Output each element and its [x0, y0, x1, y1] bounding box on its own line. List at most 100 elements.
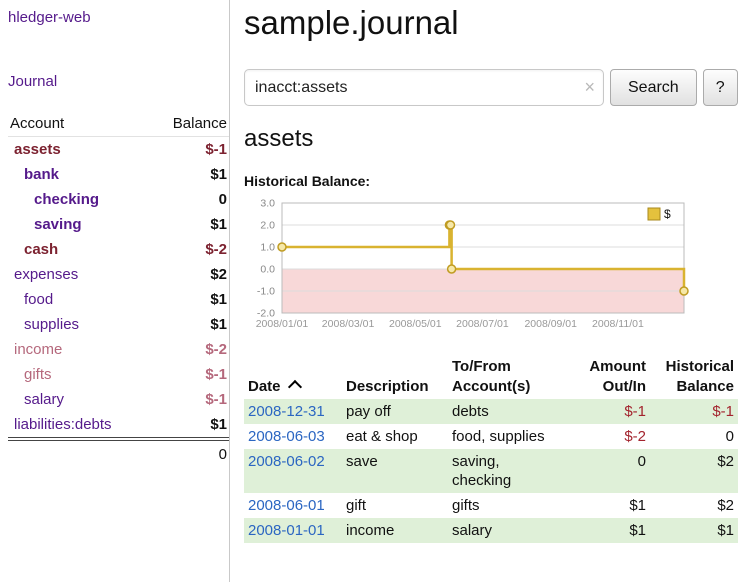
register-row: 2008-06-03eat & shopfood, supplies$-20	[244, 424, 738, 449]
register-date-cell: 2008-06-02	[244, 449, 342, 493]
account-name-cell: saving	[8, 212, 150, 237]
account-row: cash $-2	[8, 237, 229, 262]
help-button[interactable]: ?	[703, 69, 738, 106]
svg-text:2008/07/01: 2008/07/01	[456, 318, 509, 330]
register-description-cell: eat & shop	[342, 424, 448, 449]
account-row: supplies $1	[8, 312, 229, 337]
account-balance: $-1	[150, 362, 229, 387]
account-balance: $1	[150, 312, 229, 337]
account-link-saving[interactable]: saving	[34, 216, 82, 233]
search-box: ×	[244, 69, 604, 106]
account-link-assets[interactable]: assets	[14, 141, 61, 158]
account-link-bank[interactable]: bank	[24, 166, 59, 183]
account-balance: $1	[150, 287, 229, 312]
account-link-liabilities-debts[interactable]: liabilities:debts	[14, 416, 112, 433]
account-name-cell: bank	[8, 162, 150, 187]
account-link-salary[interactable]: salary	[24, 391, 64, 408]
svg-text:2008/05/01: 2008/05/01	[389, 318, 442, 330]
register-accounts-cell: food, supplies	[448, 424, 572, 449]
svg-text:2.0: 2.0	[260, 220, 275, 232]
account-row: assets$-1	[8, 137, 229, 163]
register-header-historical: HistoricalBalance	[650, 355, 738, 399]
register-row: 2008-06-01giftgifts$1$2	[244, 493, 738, 518]
chart-svg: 3.02.01.00.0-1.0-2.02008/01/012008/03/01…	[244, 195, 702, 339]
register-row: 2008-12-31pay offdebts$-1$-1	[244, 399, 738, 424]
account-column-header: Account	[8, 111, 150, 137]
register-accounts-cell: salary	[448, 518, 572, 543]
register-date-link[interactable]: 2008-01-01	[248, 522, 325, 539]
register-date-cell: 2008-06-01	[244, 493, 342, 518]
register-accounts-cell: debts	[448, 399, 572, 424]
account-row: food $1	[8, 287, 229, 312]
svg-text:2008/03/01: 2008/03/01	[322, 318, 375, 330]
account-name-cell: liabilities:debts	[8, 412, 150, 439]
account-row: expenses$2	[8, 262, 229, 287]
register-amount-cell: $1	[572, 518, 650, 543]
account-row: salary$-1	[8, 387, 229, 412]
account-balance: $1	[150, 412, 229, 439]
account-heading: assets	[244, 125, 738, 153]
register-date-link[interactable]: 2008-06-01	[248, 497, 325, 514]
account-link-food[interactable]: food	[24, 291, 53, 308]
search-input[interactable]	[244, 69, 604, 106]
account-link-expenses[interactable]: expenses	[14, 266, 78, 283]
register-description-cell: pay off	[342, 399, 448, 424]
svg-text:1.0: 1.0	[260, 242, 275, 254]
register-header-row: DateDescriptionTo/FromAccount(s)AmountOu…	[244, 355, 738, 399]
account-row: checking 0	[8, 187, 229, 212]
register-description-cell: income	[342, 518, 448, 543]
accounts-total-balance: 0	[150, 439, 229, 467]
clear-search-icon[interactable]: ×	[584, 77, 595, 97]
main-content: sample.journal × Search ? assets Histori…	[230, 0, 742, 582]
svg-text:3.0: 3.0	[260, 198, 275, 210]
account-balance: $-2	[150, 237, 229, 262]
accounts-total-row: 0	[8, 439, 229, 467]
account-name-cell: income	[8, 337, 150, 362]
svg-text:2008/01/01: 2008/01/01	[256, 318, 309, 330]
accounts-total-spacer	[8, 439, 150, 467]
account-balance: $1	[150, 162, 229, 187]
journal-nav-link[interactable]: Journal	[8, 73, 57, 90]
account-row: saving$1	[8, 212, 229, 237]
account-link-gifts[interactable]: gifts	[24, 366, 52, 383]
register-header-date[interactable]: Date	[244, 355, 342, 399]
account-row: gifts $-1	[8, 362, 229, 387]
register-header-amount: AmountOut/In	[572, 355, 650, 399]
register-row: 2008-01-01incomesalary$1$1	[244, 518, 738, 543]
svg-text:2008/09/01: 2008/09/01	[524, 318, 577, 330]
balance-column-header: Balance	[150, 111, 229, 137]
svg-text:0.0: 0.0	[260, 264, 275, 276]
register-header-tofrom: To/FromAccount(s)	[448, 355, 572, 399]
chart-title: Historical Balance:	[244, 173, 738, 189]
account-name-cell: supplies	[8, 312, 150, 337]
register-date-cell: 2008-01-01	[244, 518, 342, 543]
account-link-income[interactable]: income	[14, 341, 62, 358]
app-title-link[interactable]: hledger-web	[8, 9, 91, 26]
account-link-supplies[interactable]: supplies	[24, 316, 79, 333]
register-description-cell: save	[342, 449, 448, 493]
account-row: income$-2	[8, 337, 229, 362]
account-row: bank $1	[8, 162, 229, 187]
register-amount-cell: $-2	[572, 424, 650, 449]
account-name-cell: salary	[8, 387, 150, 412]
account-balance: 0	[150, 187, 229, 212]
register-balance-cell: $-1	[650, 399, 738, 424]
svg-text:-1.0: -1.0	[257, 286, 275, 298]
register-accounts-cell: saving, checking	[448, 449, 572, 493]
register-row: 2008-06-02savesaving, checking0$2	[244, 449, 738, 493]
register-header-description: Description	[342, 355, 448, 399]
svg-text:$: $	[664, 207, 671, 221]
register-date-link[interactable]: 2008-06-03	[248, 428, 325, 445]
register-amount-cell: $-1	[572, 399, 650, 424]
register-date-link[interactable]: 2008-12-31	[248, 403, 325, 420]
account-link-cash[interactable]: cash	[24, 241, 58, 258]
account-link-checking[interactable]: checking	[34, 191, 99, 208]
account-name-cell: food	[8, 287, 150, 312]
account-row: liabilities:debts $1	[8, 412, 229, 439]
register-balance-cell: $1	[650, 518, 738, 543]
hledger-web-app: hledger-web Journal Account Balance asse…	[0, 0, 742, 582]
search-button[interactable]: Search	[610, 69, 697, 106]
register-amount-cell: $1	[572, 493, 650, 518]
register-date-cell: 2008-06-03	[244, 424, 342, 449]
register-date-link[interactable]: 2008-06-02	[248, 453, 325, 470]
